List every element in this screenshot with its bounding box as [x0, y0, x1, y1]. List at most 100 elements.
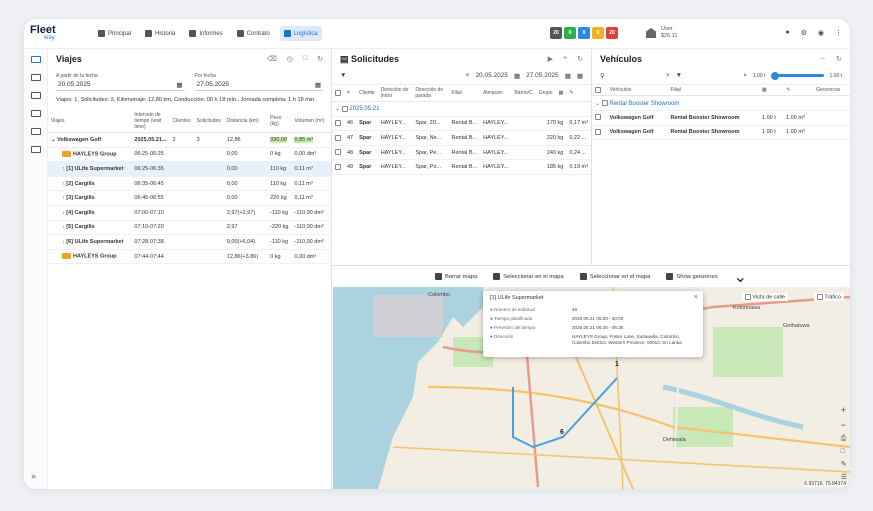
table-row[interactable]: ↑ [3] Cargills 06:45-06:55 0,00 220 kg 0,11 … [48, 190, 331, 206]
sidebar-menu-icon[interactable] [30, 56, 41, 63]
nav-contrato[interactable]: Contrato [233, 26, 274, 41]
from-date-input[interactable]: 20.05.2025 ▦ [56, 79, 185, 91]
search-icon[interactable]: ⚲ [600, 72, 605, 80]
column-header[interactable]: Distancia (km) [223, 110, 268, 133]
sidebar-item-1-icon[interactable] [30, 74, 41, 81]
column-header[interactable]: Dirección de parada [412, 85, 449, 102]
sidebar-item-3-icon[interactable] [30, 110, 41, 117]
traffic-checkbox[interactable]: Tráfico [813, 293, 844, 302]
column-header[interactable]: Volumen (m³) [291, 110, 331, 133]
column-header[interactable]: Barrio/C [511, 85, 536, 102]
map-tool-button[interactable]: Show geozones [666, 273, 718, 280]
chevron-down-icon[interactable]: ⌄ [734, 267, 747, 287]
column-header[interactable]: Cliente [356, 85, 378, 102]
fleetway-logo[interactable]: Fleet way [30, 24, 64, 42]
zoom-in-icon[interactable]: + [841, 405, 847, 415]
clock-icon[interactable]: ◷ [287, 55, 293, 63]
clear-icon[interactable]: × [666, 72, 670, 79]
checkbox-icon[interactable] [595, 129, 601, 136]
collapse-icon[interactable]: ⌄ [595, 101, 602, 107]
column-header[interactable]: Geocercas [813, 85, 850, 97]
status-badge[interactable]: 20 [550, 27, 562, 39]
close-icon[interactable]: × [694, 294, 698, 301]
bell-icon[interactable]: ● [785, 29, 789, 37]
sidebar-item-5-icon[interactable] [30, 146, 41, 153]
user-info[interactable]: User $26.11 [646, 26, 677, 40]
play-icon[interactable]: ▶ [548, 55, 553, 63]
sidebar-item-4-icon[interactable] [30, 128, 41, 135]
column-header[interactable]: # [344, 85, 357, 102]
calendar-icon[interactable]: ▦ [514, 72, 520, 80]
checkbox-icon[interactable] [335, 134, 341, 141]
from-date-value[interactable]: 20.05.2025 [475, 72, 508, 79]
collapse-icon[interactable]: ⌄ [335, 106, 342, 112]
nav-informes[interactable]: Informes [185, 26, 226, 41]
table-row[interactable]: ↑ [2] Cargills 06:35-06:45 0,00 110 kg 0,11 … [48, 176, 331, 192]
column-header[interactable]: Almacén [480, 85, 512, 102]
map-tool-button[interactable]: Seleccionar en el mapa [579, 273, 650, 280]
expand-sidebar-icon[interactable]: » [31, 471, 36, 481]
export-icon[interactable]: ▦ [577, 72, 583, 80]
group-row[interactable]: ⌄ 2025.05.21 [332, 101, 591, 117]
table-row[interactable]: HAYLEYS Group 06:25-06:25 0,00 0 kg 0,00 dm³ [48, 147, 331, 163]
table-row[interactable]: Volkswagen Golf Rental Booster Showroom 1.… [592, 125, 850, 141]
checkbox-icon[interactable] [595, 87, 601, 93]
table-row[interactable]: ⌄ Volkswagen Golf 2025.05.21... 2 3 12,86 330… [48, 132, 331, 148]
checkbox-icon[interactable] [335, 89, 341, 96]
column-header[interactable]: Filial [448, 85, 481, 102]
nav-logistica[interactable]: Logística [279, 26, 322, 41]
column-header[interactable]: Viajes [48, 110, 132, 133]
more-icon[interactable]: ⋮ [835, 29, 842, 37]
column-header[interactable]: Dirección de inicio [377, 85, 413, 102]
slider-handle[interactable] [770, 71, 779, 80]
refresh-icon[interactable]: ↻ [317, 55, 323, 63]
table-row[interactable]: 46 Spar HAYLEY... Spar, 20... Rental B... HAY… [332, 116, 591, 132]
column-header[interactable]: Clientes [169, 110, 194, 133]
trash-icon[interactable]: ⌫ [267, 55, 277, 63]
globe-icon[interactable]: ◉ [818, 29, 824, 37]
checkbox-icon[interactable] [744, 294, 751, 300]
zoom-out-icon[interactable]: − [841, 420, 847, 430]
column-header[interactable]: ✎ [783, 85, 814, 97]
status-badge[interactable]: 20 [606, 27, 618, 39]
status-badge[interactable]: 0 [564, 27, 576, 39]
map-tool-button[interactable]: Seleccionar en el mapa [493, 273, 564, 280]
map-marker[interactable]: 1 [615, 361, 619, 368]
column-header[interactable]: ▦ [555, 85, 567, 102]
table-row[interactable]: ↓ [5] Cargills 07:10-07:20 2,97 -220 kg -110… [48, 220, 331, 236]
table-row[interactable]: ↓ [6] ULife Supermarket 07:28-07:38 9,00(+… [48, 234, 331, 250]
refresh-icon[interactable]: ↻ [577, 55, 583, 63]
calendar-icon[interactable]: ▦ [315, 81, 321, 89]
nav-historia[interactable]: Historia [141, 26, 179, 41]
column-header[interactable]: Filial [667, 85, 759, 97]
print-icon[interactable]: ⎙ [841, 435, 847, 443]
crop-icon[interactable]: □ [841, 448, 847, 455]
select-all-header[interactable] [332, 85, 344, 102]
column-header[interactable]: ✎ [566, 85, 591, 102]
column-header[interactable]: Grupo [535, 85, 556, 102]
nav-principal[interactable]: Principal [94, 26, 135, 41]
capacity-slider[interactable] [770, 71, 824, 80]
group-row[interactable]: ⌄ Rental Booster Showroom [592, 95, 850, 111]
streetview-checkbox[interactable]: Vista de calle [741, 293, 788, 302]
column-header[interactable]: Solicitudes [193, 110, 224, 133]
checkbox-icon[interactable] [335, 163, 341, 170]
map-tool-button[interactable]: Borrar mapa [434, 273, 477, 280]
checkbox-icon[interactable] [595, 114, 601, 121]
table-row[interactable]: Volkswagen Golf Rental Booster Showroom 1.… [592, 110, 850, 126]
sidebar-item-2-icon[interactable] [30, 92, 41, 99]
column-header[interactable]: Intervalo de tiempo (wait time) [131, 110, 170, 133]
filter-icon[interactable]: ▼ [676, 72, 682, 79]
filter-icon[interactable]: ▼ [340, 72, 346, 79]
column-header[interactable]: Peso (kg) [267, 110, 292, 133]
map[interactable]: Colombo Kolonnawa Gothatuwa Dehiwala 1 6 [1… [333, 287, 850, 489]
calendar-icon[interactable]: ▦ [565, 72, 571, 80]
checkbox-icon[interactable] [335, 120, 341, 127]
to-date-input[interactable]: 27.05.2025 ▦ [194, 79, 323, 91]
table-row[interactable]: ↓ [4] Cargills 07:00-07:10 2,97(+2,97) -110… [48, 205, 331, 221]
table-row[interactable]: HAYLEYS Group 07:44-07:44 12,86(+3,86) 0 kg… [48, 249, 331, 265]
gear-icon[interactable]: ⚙ [801, 29, 807, 37]
fit-icon[interactable]: ↔ [819, 55, 826, 63]
clear-icon[interactable]: × [466, 72, 470, 79]
table-row[interactable]: 49 Spar HAYLEY... Spar, Po... Rental B... HAY… [332, 159, 591, 175]
